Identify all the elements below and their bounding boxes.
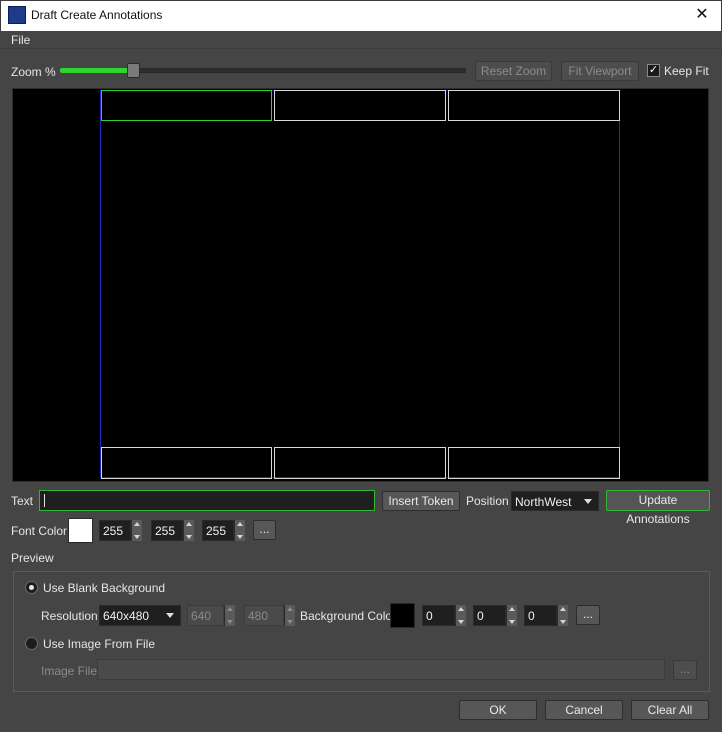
- font-color-green-input[interactable]: 255: [151, 520, 183, 541]
- window-title: Draft Create Annotations: [31, 8, 163, 22]
- resolution-select-value: 640x480: [103, 609, 150, 623]
- position-select[interactable]: NorthWest: [511, 491, 599, 511]
- image-file-input[interactable]: [97, 659, 665, 680]
- background-green-spinner[interactable]: [506, 605, 517, 626]
- browse-image-button[interactable]: ...: [673, 660, 697, 680]
- annotation-slot-northeast[interactable]: [448, 90, 620, 121]
- font-color-label: Font Color: [11, 524, 68, 538]
- font-color-red-spinner[interactable]: [131, 520, 142, 541]
- background-red-input[interactable]: 0: [422, 605, 455, 626]
- width-spinner[interactable]: [224, 605, 235, 626]
- width-input[interactable]: 640: [187, 605, 224, 626]
- background-color-picker-button[interactable]: ...: [576, 605, 600, 625]
- ok-button[interactable]: OK: [459, 700, 537, 720]
- annotation-slot-south[interactable]: [274, 447, 446, 479]
- use-blank-background-radio[interactable]: [25, 581, 38, 594]
- height-input[interactable]: 480: [244, 605, 284, 626]
- close-icon[interactable]: ✕: [690, 4, 714, 26]
- preview-canvas: [100, 90, 620, 478]
- annotation-slot-northwest[interactable]: [101, 90, 272, 121]
- font-color-green-spinner[interactable]: [183, 520, 194, 541]
- annotation-slot-southeast[interactable]: [448, 447, 620, 479]
- position-label: Position: [466, 494, 509, 508]
- menu-file[interactable]: File: [11, 33, 30, 47]
- update-annotations-button[interactable]: Update Annotations: [606, 490, 710, 526]
- background-color-swatch[interactable]: [390, 603, 415, 628]
- preview-title: Preview: [11, 551, 54, 565]
- chevron-down-icon: [166, 613, 174, 618]
- resolution-select[interactable]: 640x480: [99, 605, 181, 626]
- background-red-spinner[interactable]: [455, 605, 466, 626]
- zoom-slider-fill: [60, 68, 133, 73]
- chevron-down-icon: [584, 499, 592, 504]
- insert-token-button[interactable]: Insert Token: [382, 491, 460, 511]
- font-color-blue-spinner[interactable]: [234, 520, 245, 541]
- annotation-slot-north[interactable]: [274, 90, 446, 121]
- font-color-swatch[interactable]: [68, 518, 93, 543]
- use-image-from-file-label: Use Image From File: [43, 637, 156, 651]
- zoom-slider-handle[interactable]: [127, 63, 140, 78]
- use-blank-background-label: Use Blank Background: [43, 581, 166, 595]
- background-color-label: Background Color: [300, 609, 397, 623]
- text-cursor: [44, 494, 45, 507]
- app-icon: [8, 6, 26, 24]
- text-label: Text: [11, 494, 34, 508]
- cancel-button[interactable]: Cancel: [545, 700, 623, 720]
- menu-bar: [0, 31, 722, 49]
- keep-fit-label: Keep Fit: [664, 64, 709, 78]
- text-input[interactable]: [39, 490, 375, 511]
- font-color-blue-input[interactable]: 255: [202, 520, 234, 541]
- background-green-input[interactable]: 0: [473, 605, 506, 626]
- annotation-slot-southwest[interactable]: [101, 447, 272, 479]
- fit-viewport-button[interactable]: Fit Viewport: [561, 61, 639, 81]
- font-color-picker-button[interactable]: ...: [253, 520, 276, 540]
- resolution-label: Resolution: [41, 609, 98, 623]
- use-image-from-file-radio[interactable]: [25, 637, 38, 650]
- keep-fit-checkbox[interactable]: ✓: [647, 64, 660, 77]
- zoom-label: Zoom %: [11, 65, 56, 79]
- background-blue-input[interactable]: 0: [524, 605, 557, 626]
- image-file-label: Image File: [41, 664, 98, 678]
- clear-all-button[interactable]: Clear All: [631, 700, 709, 720]
- font-color-red-input[interactable]: 255: [99, 520, 131, 541]
- reset-zoom-button[interactable]: Reset Zoom: [475, 61, 552, 81]
- height-spinner[interactable]: [284, 605, 295, 626]
- position-select-value: NorthWest: [515, 495, 572, 509]
- background-blue-spinner[interactable]: [557, 605, 568, 626]
